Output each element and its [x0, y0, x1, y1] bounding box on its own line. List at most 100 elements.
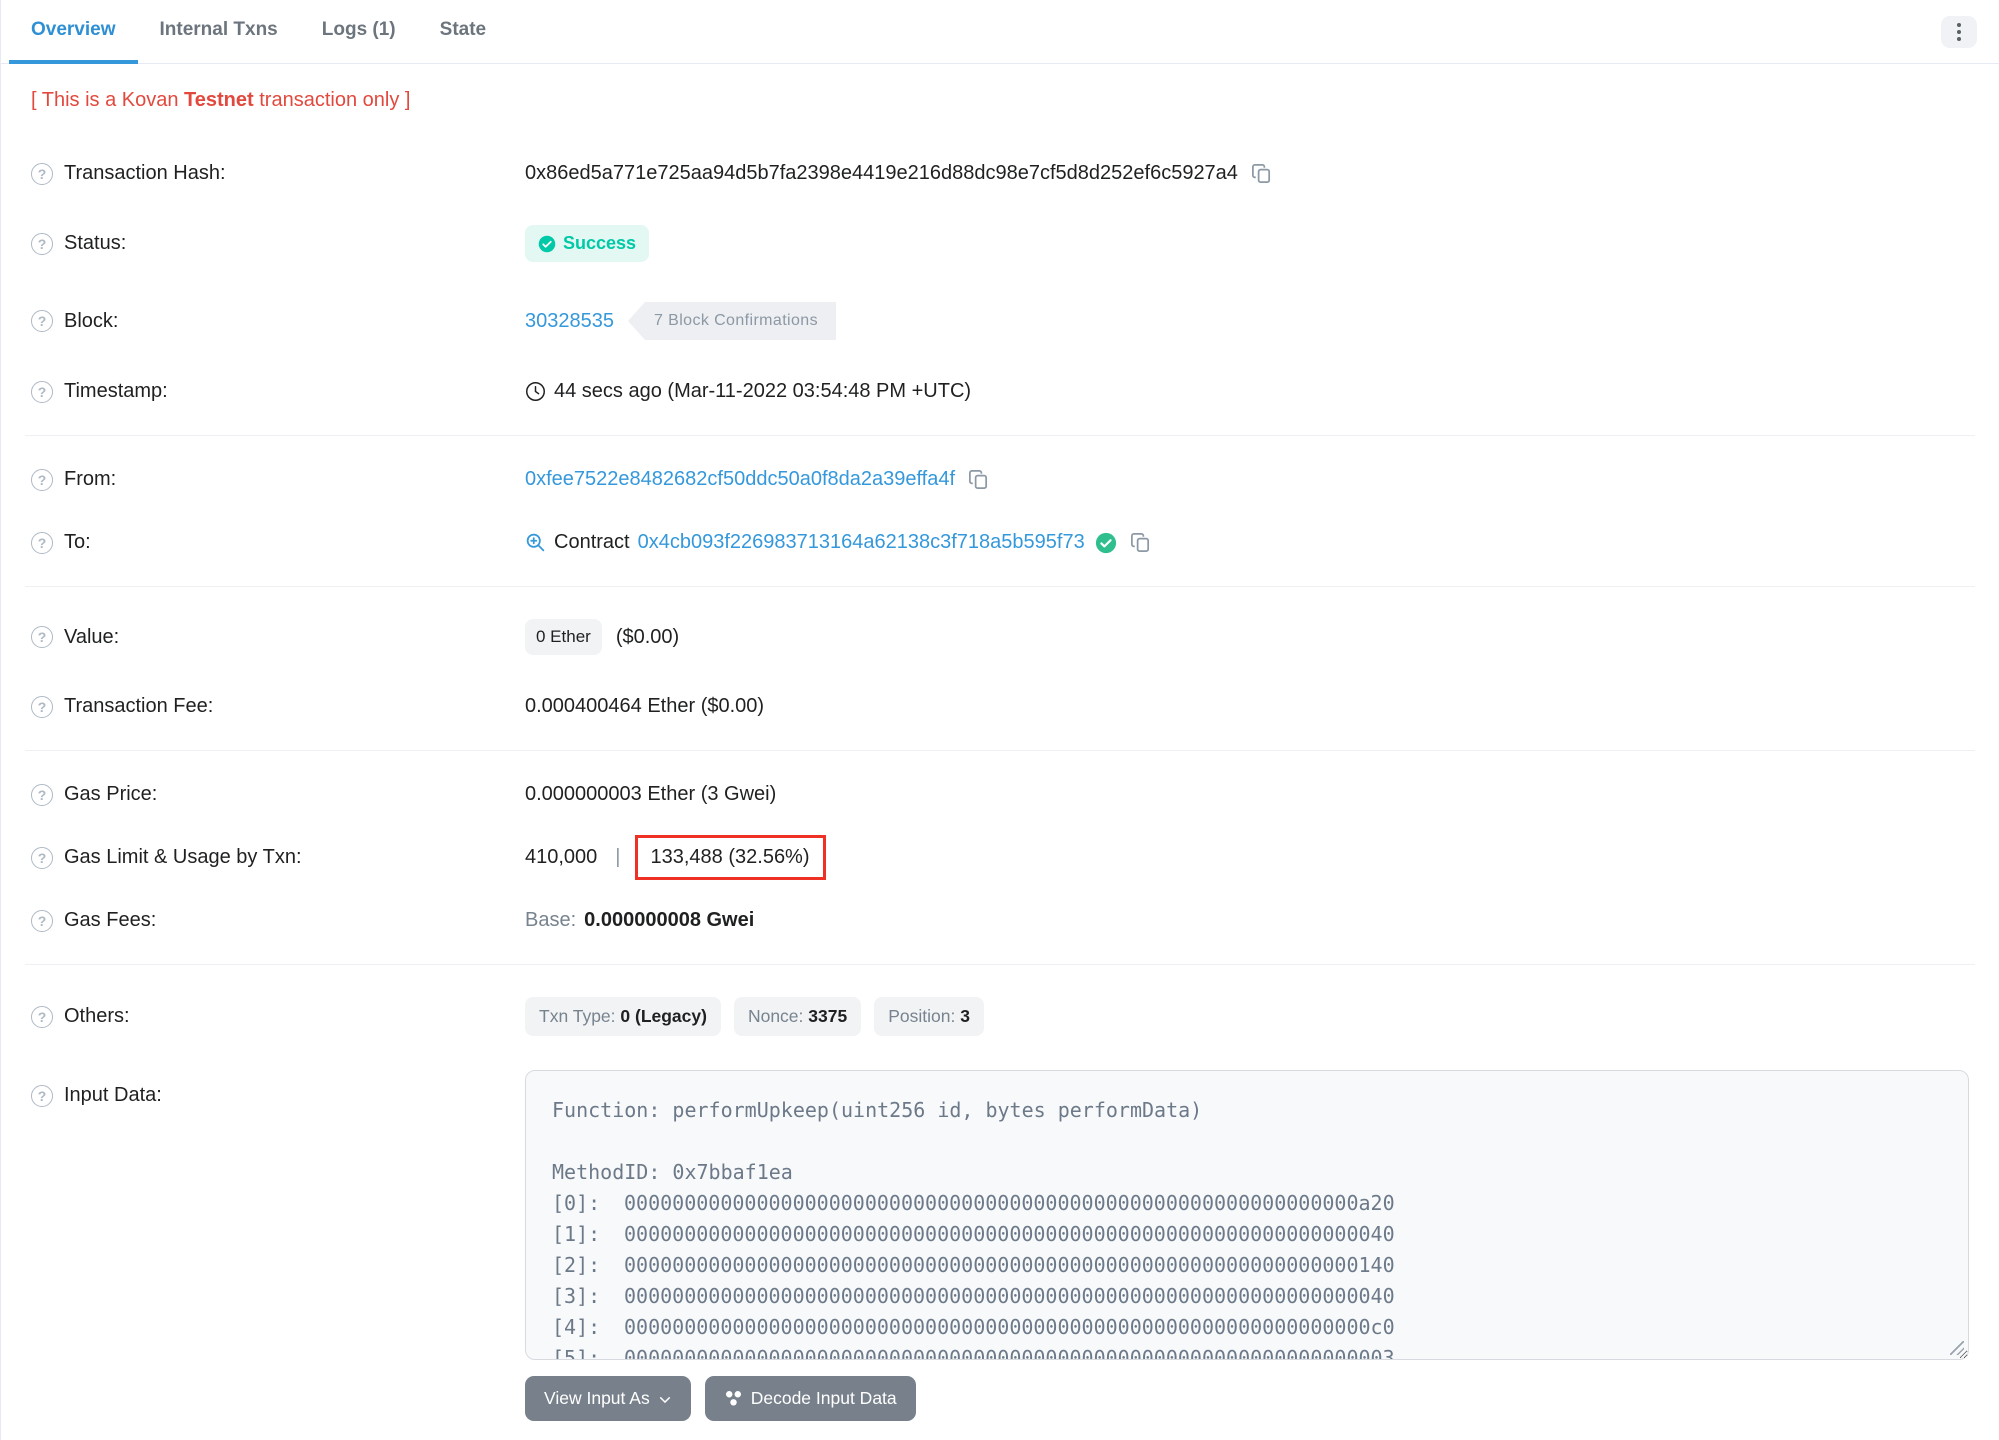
nonce-label: Nonce:: [747, 1006, 809, 1026]
block-number-link[interactable]: 30328535: [525, 310, 614, 333]
row-label-text: Transaction Fee:: [64, 695, 214, 717]
tab-overview[interactable]: Overview: [9, 0, 138, 64]
help-icon[interactable]: [31, 531, 53, 554]
base-fee-value: 0.000000008 Gwei: [584, 909, 755, 931]
from-address-link[interactable]: 0xfee7522e8482682cf50ddc50a0f8da2a39effa…: [525, 468, 955, 491]
row-transaction-fee: Transaction Fee: 0.000400464 Ether ($0.0…: [31, 675, 1969, 738]
input-word-row: [4]: 000000000000000000000000000000000000…: [552, 1312, 1942, 1343]
word-index: [2]:: [552, 1253, 601, 1277]
divider: |: [615, 846, 621, 868]
to-address-link[interactable]: 0x4cb093f226983713164a62138c3f718a5b595f…: [638, 531, 1085, 554]
help-icon[interactable]: [31, 380, 53, 403]
row-gas-price: Gas Price: 0.000000003 Ether (3 Gwei): [31, 763, 1969, 826]
base-fee-label: Base:: [525, 909, 577, 931]
input-word-row: [5]: 000000000000000000000000000000000000…: [552, 1343, 1942, 1360]
tab-state[interactable]: State: [418, 0, 508, 64]
copy-hash-button[interactable]: [1250, 162, 1273, 185]
nonce-badge: Nonce: 3375: [733, 997, 862, 1036]
row-label-text: Timestamp:: [64, 380, 168, 402]
gas-usage-value: 133,488 (32.56%): [650, 846, 810, 868]
input-word-row: [1]: 000000000000000000000000000000000000…: [552, 1219, 1942, 1250]
word-hex: 0000000000000000000000000000000000000000…: [624, 1346, 1395, 1360]
transaction-fee-value: 0.000400464 Ether ($0.00): [525, 695, 765, 717]
copy-to-button[interactable]: [1129, 531, 1152, 554]
tab-internal-txns[interactable]: Internal Txns: [138, 0, 300, 64]
help-icon[interactable]: [31, 695, 53, 718]
help-icon[interactable]: [31, 310, 53, 332]
testnet-notice: [ This is a Kovan Testnet transaction on…: [25, 64, 1975, 130]
tab-logs[interactable]: Logs (1): [300, 0, 418, 64]
word-hex: 0000000000000000000000000000000000000000…: [624, 1315, 1395, 1339]
status-badge: Success: [525, 225, 650, 262]
row-timestamp: Timestamp: 44 secs ago (Mar-11-2022 03:5…: [31, 360, 1969, 423]
word-index: [5]:: [552, 1346, 601, 1360]
word-index: [4]:: [552, 1315, 601, 1339]
row-label-text: Value:: [64, 625, 120, 648]
decode-icon: [725, 1390, 741, 1406]
help-icon[interactable]: [31, 783, 53, 806]
view-input-as-label: View Input As: [544, 1388, 650, 1408]
tab-header: Overview Internal Txns Logs (1) State: [1, 0, 1999, 64]
copy-icon: [1251, 164, 1270, 183]
clock-icon: [526, 382, 545, 401]
nonce-value: 3375: [808, 1006, 848, 1026]
row-others: Others: Txn Type: 0 (Legacy) Nonce: 3375…: [31, 977, 1969, 1056]
copy-from-button[interactable]: [967, 468, 990, 491]
row-label-text: To:: [64, 531, 91, 553]
gas-limit-value: 410,000: [525, 846, 598, 868]
input-methodid-line: MethodID: 0x7bbaf1ea: [552, 1160, 793, 1184]
help-icon[interactable]: [31, 1084, 53, 1107]
row-label-text: From:: [64, 468, 117, 490]
input-function-line: Function: performUpkeep(uint256 id, byte…: [552, 1098, 1203, 1122]
row-transaction-hash: Transaction Hash: 0x86ed5a771e725aa94d5b…: [31, 142, 1969, 205]
group-others-input: Others: Txn Type: 0 (Legacy) Nonce: 3375…: [25, 964, 1975, 1440]
help-icon[interactable]: [31, 846, 53, 869]
input-word-row: [3]: 000000000000000000000000000000000000…: [552, 1281, 1942, 1312]
notice-suffix: transaction only ]: [253, 89, 411, 111]
row-from: From: 0xfee7522e8482682cf50ddc50a0f8da2a…: [31, 448, 1969, 511]
help-icon[interactable]: [31, 468, 53, 491]
txn-type-badge: Txn Type: 0 (Legacy): [525, 997, 721, 1036]
input-word-row: [2]: 000000000000000000000000000000000000…: [552, 1250, 1942, 1281]
ether-value-badge: 0 Ether: [525, 619, 602, 655]
copy-icon: [969, 470, 988, 489]
decode-input-data-button[interactable]: Decode Input Data: [704, 1376, 916, 1421]
word-hex: 0000000000000000000000000000000000000000…: [624, 1222, 1395, 1246]
word-hex: 0000000000000000000000000000000000000000…: [624, 1191, 1395, 1215]
row-block: Block: 30328535 7 Block Confirmations: [31, 282, 1969, 360]
view-input-as-button[interactable]: View Input As: [525, 1376, 691, 1421]
gas-price-value: 0.000000003 Ether (3 Gwei): [525, 783, 777, 805]
row-label-text: Input Data:: [64, 1084, 162, 1106]
word-index: [1]:: [552, 1222, 601, 1246]
group-value: Value: 0 Ether ($0.00) Transaction Fee: …: [25, 586, 1975, 750]
help-icon[interactable]: [31, 909, 53, 932]
row-gas-limit-usage: Gas Limit & Usage by Txn: 410,000 | 133,…: [31, 826, 1969, 889]
position-value: 3: [960, 1006, 970, 1026]
help-icon[interactable]: [31, 232, 53, 255]
notice-prefix: [ This is a Kovan: [31, 89, 185, 111]
word-hex: 0000000000000000000000000000000000000000…: [624, 1284, 1395, 1308]
word-index: [0]:: [552, 1191, 601, 1215]
zoom-in-icon[interactable]: [525, 532, 546, 553]
position-badge: Position: 3: [874, 997, 984, 1036]
input-data-box[interactable]: Function: performUpkeep(uint256 id, byte…: [525, 1070, 1969, 1360]
row-gas-fees: Gas Fees: Base: 0.000000008 Gwei: [31, 889, 1969, 952]
chevron-down-icon: [659, 1396, 670, 1403]
notice-bold: Testnet: [184, 89, 254, 111]
status-text: Success: [563, 233, 637, 253]
help-icon[interactable]: [31, 1005, 53, 1028]
more-options-button[interactable]: [1941, 15, 1977, 48]
row-label-text: Gas Fees:: [64, 909, 157, 931]
help-icon[interactable]: [31, 626, 53, 648]
row-status: Status: Success: [31, 205, 1969, 282]
usd-value: ($0.00): [615, 625, 680, 648]
word-index: [3]:: [552, 1284, 601, 1308]
contract-word: Contract: [554, 531, 630, 553]
help-icon[interactable]: [31, 162, 53, 185]
input-actions: View Input As Decode Input Data: [525, 1376, 1969, 1421]
decode-input-data-label: Decode Input Data: [750, 1388, 897, 1408]
resize-grip-icon[interactable]: [1950, 1341, 1964, 1355]
row-label-text: Gas Price:: [64, 783, 158, 805]
block-confirmations-badge: 7 Block Confirmations: [627, 302, 837, 340]
